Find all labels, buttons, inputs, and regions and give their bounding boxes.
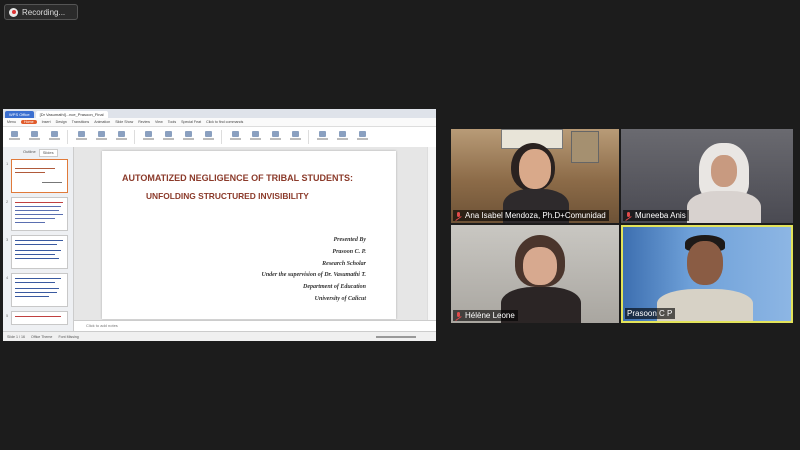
participant-name: Prasoon C P [627,309,673,318]
mic-muted-icon [625,212,632,219]
theme-name: Office Theme [30,334,53,339]
menu-item[interactable]: Tools [168,120,176,124]
menu-item-home[interactable]: Home [21,120,37,124]
thumbnail-number: 5 [6,313,9,318]
tab-outline[interactable]: Outline [23,149,36,157]
participant-video-tile[interactable]: Ana Isabel Mendoza, Ph.D+Comunidad [451,129,619,223]
notes-field[interactable]: Click to add notes [74,320,436,331]
department-line: Department of Education [302,284,366,290]
slide-thumbnail[interactable]: 5 [6,311,68,325]
tab-slides[interactable]: Slides [38,149,58,157]
menu-item[interactable]: Special Feat [181,120,201,124]
format-painter-icon[interactable] [47,130,61,144]
slide-counter: Slide 1 / 16 [7,334,25,339]
presenter-role: Research Scholar [322,261,366,267]
participant-name-tag: Muneeba Anis [623,210,689,221]
slide-thumbnail-panel: Outline Slides 1 2 3 4 5 [3,147,74,341]
menu-item[interactable]: Review [138,120,150,124]
menu-item[interactable]: Menu [7,120,16,124]
status-bar: Slide 1 / 16 Office Theme Font Missing [3,331,436,341]
participant-video-tile[interactable]: Muneeba Anis [621,129,793,223]
tab-wps-office[interactable]: WPS Office [5,111,34,118]
menu-item[interactable]: Insert [42,120,51,124]
slide-thumbnail[interactable]: 4 [6,273,68,307]
slide-thumbnail[interactable]: 3 [6,235,68,269]
menu-item[interactable]: View [155,120,163,124]
section-icon[interactable] [114,130,128,144]
slide-title-line1: AUTOMATIZED NEGLIGENCE OF TRIBAL STUDENT… [122,173,353,183]
mic-muted-icon [455,212,462,219]
wall-frame [571,131,599,163]
participant-name: Hélène Leone [465,311,515,320]
participant-body [687,191,761,223]
font-icon[interactable] [141,130,155,144]
slide-title-line2: UNFOLDING STRUCTURED INVISIBILITY [146,191,309,201]
side-tool-bar[interactable] [427,147,436,331]
participant-face [519,149,551,189]
select-icon[interactable] [335,130,349,144]
slide-thumbnail[interactable]: 2 [6,197,68,231]
tab-presentation-file[interactable]: [Dr Vasumathi]...nce_Prasoon_Final [35,111,108,118]
underline-icon[interactable] [201,130,215,144]
university-line: University of Calicut [314,296,366,302]
layout-icon[interactable] [94,130,108,144]
menu-item[interactable]: Design [56,120,67,124]
participant-name-tag: Ana Isabel Mendoza, Ph.D+Comunidad [453,210,609,221]
active-speaker-video-tile[interactable]: Prasoon C P [621,225,793,323]
menu-item[interactable]: Slide Show [115,120,133,124]
participant-video-tile[interactable]: Hélène Leone [451,225,619,323]
ribbon-toolbar [3,127,436,148]
menu-bar: Menu Home Insert Design Transitions Anim… [3,118,436,127]
arrange-icon[interactable] [288,130,302,144]
participant-face [711,155,737,187]
thumbnail-number: 4 [6,275,9,280]
participant-face [523,247,557,285]
command-search[interactable]: Click to find commands [206,120,243,124]
slide-editor[interactable]: AUTOMATIZED NEGLIGENCE OF TRIBAL STUDENT… [74,147,436,341]
thumbnail-number: 2 [6,199,9,204]
settings-icon[interactable] [355,130,369,144]
menu-item[interactable]: Transitions [72,120,89,124]
participant-name-tag: Prasoon C P [625,308,676,319]
italic-icon[interactable] [181,130,195,144]
find-icon[interactable] [315,130,329,144]
supervision-line: Under the supervision of Dr. Vasumathi T… [261,272,366,278]
menu-item[interactable]: Animation [94,120,110,124]
thumbnail-number: 1 [6,161,9,166]
shapes-icon[interactable] [268,130,282,144]
new-slide-icon[interactable] [74,130,88,144]
mic-muted-icon [455,312,462,319]
textbox-icon[interactable] [248,130,262,144]
presenter-name: Prasoon C. P. [332,249,366,255]
recording-icon [9,7,18,17]
current-slide[interactable]: AUTOMATIZED NEGLIGENCE OF TRIBAL STUDENT… [102,151,396,319]
participant-name: Ana Isabel Mendoza, Ph.D+Comunidad [465,211,606,220]
presented-by: Presented By [333,237,367,243]
recording-indicator[interactable]: Recording... [4,4,78,20]
panel-tabs: Outline Slides [3,147,73,157]
font-missing-status[interactable]: Font Missing [58,335,78,339]
participant-name: Muneeba Anis [635,211,686,220]
recording-label: Recording... [22,7,66,17]
zoom-slider[interactable] [376,335,416,338]
thumbnail-number: 3 [6,237,9,242]
participant-face [687,241,723,285]
workspace: Outline Slides 1 2 3 4 5 AUTOMATIZED NEG… [3,147,436,341]
align-icon[interactable] [228,130,242,144]
slide-thumbnail[interactable]: 1 [6,159,68,193]
copy-icon[interactable] [27,130,41,144]
paste-icon[interactable] [7,130,21,144]
shared-screen: WPS Office [Dr Vasumathi]...nce_Prasoon_… [3,109,436,341]
bold-icon[interactable] [161,130,175,144]
participant-name-tag: Hélène Leone [453,310,518,321]
app-tabbar: WPS Office [Dr Vasumathi]...nce_Prasoon_… [3,109,436,118]
